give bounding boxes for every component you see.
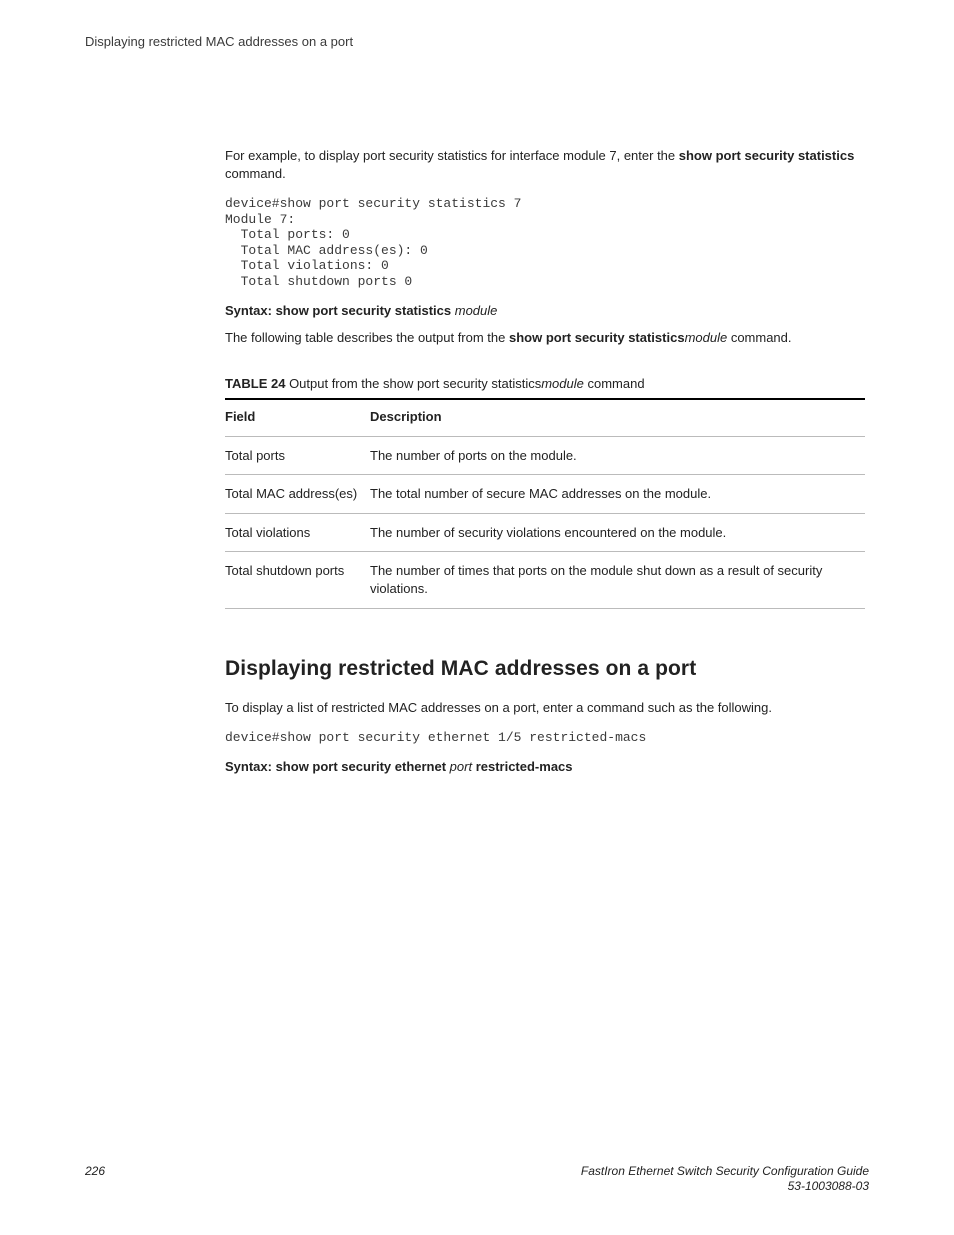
- syntax-label: Syntax:: [225, 759, 276, 774]
- section-intro: To display a list of restricted MAC addr…: [225, 699, 865, 717]
- footer-guide-title: FastIron Ethernet Switch Security Config…: [581, 1164, 869, 1180]
- table-caption: TABLE 24 Output from the show port secur…: [225, 375, 865, 393]
- intro-paragraph: For example, to display port security st…: [225, 147, 865, 182]
- cell-field: Total shutdown ports: [225, 552, 370, 608]
- intro-prefix: For example, to display port security st…: [225, 148, 679, 163]
- cell-field: Total violations: [225, 513, 370, 552]
- th-field: Field: [225, 399, 370, 436]
- syntax-label: Syntax:: [225, 303, 276, 318]
- page-number: 226: [85, 1164, 105, 1178]
- cell-desc: The number of times that ports on the mo…: [370, 552, 865, 608]
- table-caption-text-1: Output from the show port security stati…: [289, 376, 541, 391]
- table-intro-suffix: command.: [727, 330, 791, 345]
- table-intro: The following table describes the output…: [225, 329, 865, 347]
- syntax-command: show port security statistics: [276, 303, 452, 318]
- running-header: Displaying restricted MAC addresses on a…: [85, 34, 869, 49]
- syntax-line-2: Syntax: show port security ethernet port…: [225, 758, 865, 776]
- footer-guide: FastIron Ethernet Switch Security Config…: [581, 1164, 869, 1195]
- table-caption-text-2: command: [584, 376, 645, 391]
- syntax-italic: port: [446, 759, 476, 774]
- cell-desc: The total number of secure MAC addresses…: [370, 475, 865, 514]
- cell-field: Total MAC address(es): [225, 475, 370, 514]
- cell-desc: The number of security violations encoun…: [370, 513, 865, 552]
- table-row: Total violations The number of security …: [225, 513, 865, 552]
- syntax-bold-1: show port security ethernet: [276, 759, 446, 774]
- table-caption-italic: module: [541, 376, 584, 391]
- intro-command: show port security statistics: [679, 148, 855, 163]
- th-desc: Description: [370, 399, 865, 436]
- table-intro-prefix: The following table describes the output…: [225, 330, 509, 345]
- code-output-2: device#show port security ethernet 1/5 r…: [225, 730, 865, 746]
- table-row: Total shutdown ports The number of times…: [225, 552, 865, 608]
- intro-suffix: command.: [225, 166, 286, 181]
- cell-field: Total ports: [225, 436, 370, 475]
- syntax-bold-2: restricted-macs: [476, 759, 573, 774]
- table-label: TABLE 24: [225, 376, 289, 391]
- table-intro-italic: module: [685, 330, 728, 345]
- syntax-arg: module: [451, 303, 497, 318]
- table-header-row: Field Description: [225, 399, 865, 436]
- table-intro-bold: show port security statistics: [509, 330, 685, 345]
- table-row: Total MAC address(es) The total number o…: [225, 475, 865, 514]
- output-table: Field Description Total ports The number…: [225, 398, 865, 608]
- table-row: Total ports The number of ports on the m…: [225, 436, 865, 475]
- code-output-1: device#show port security statistics 7 M…: [225, 196, 865, 290]
- syntax-line-1: Syntax: show port security statistics mo…: [225, 302, 865, 320]
- main-content: For example, to display port security st…: [225, 147, 865, 776]
- page-footer: 226 FastIron Ethernet Switch Security Co…: [85, 1164, 869, 1195]
- cell-desc: The number of ports on the module.: [370, 436, 865, 475]
- footer-doc-number: 53-1003088-03: [581, 1179, 869, 1195]
- section-heading: Displaying restricted MAC addresses on a…: [225, 655, 865, 683]
